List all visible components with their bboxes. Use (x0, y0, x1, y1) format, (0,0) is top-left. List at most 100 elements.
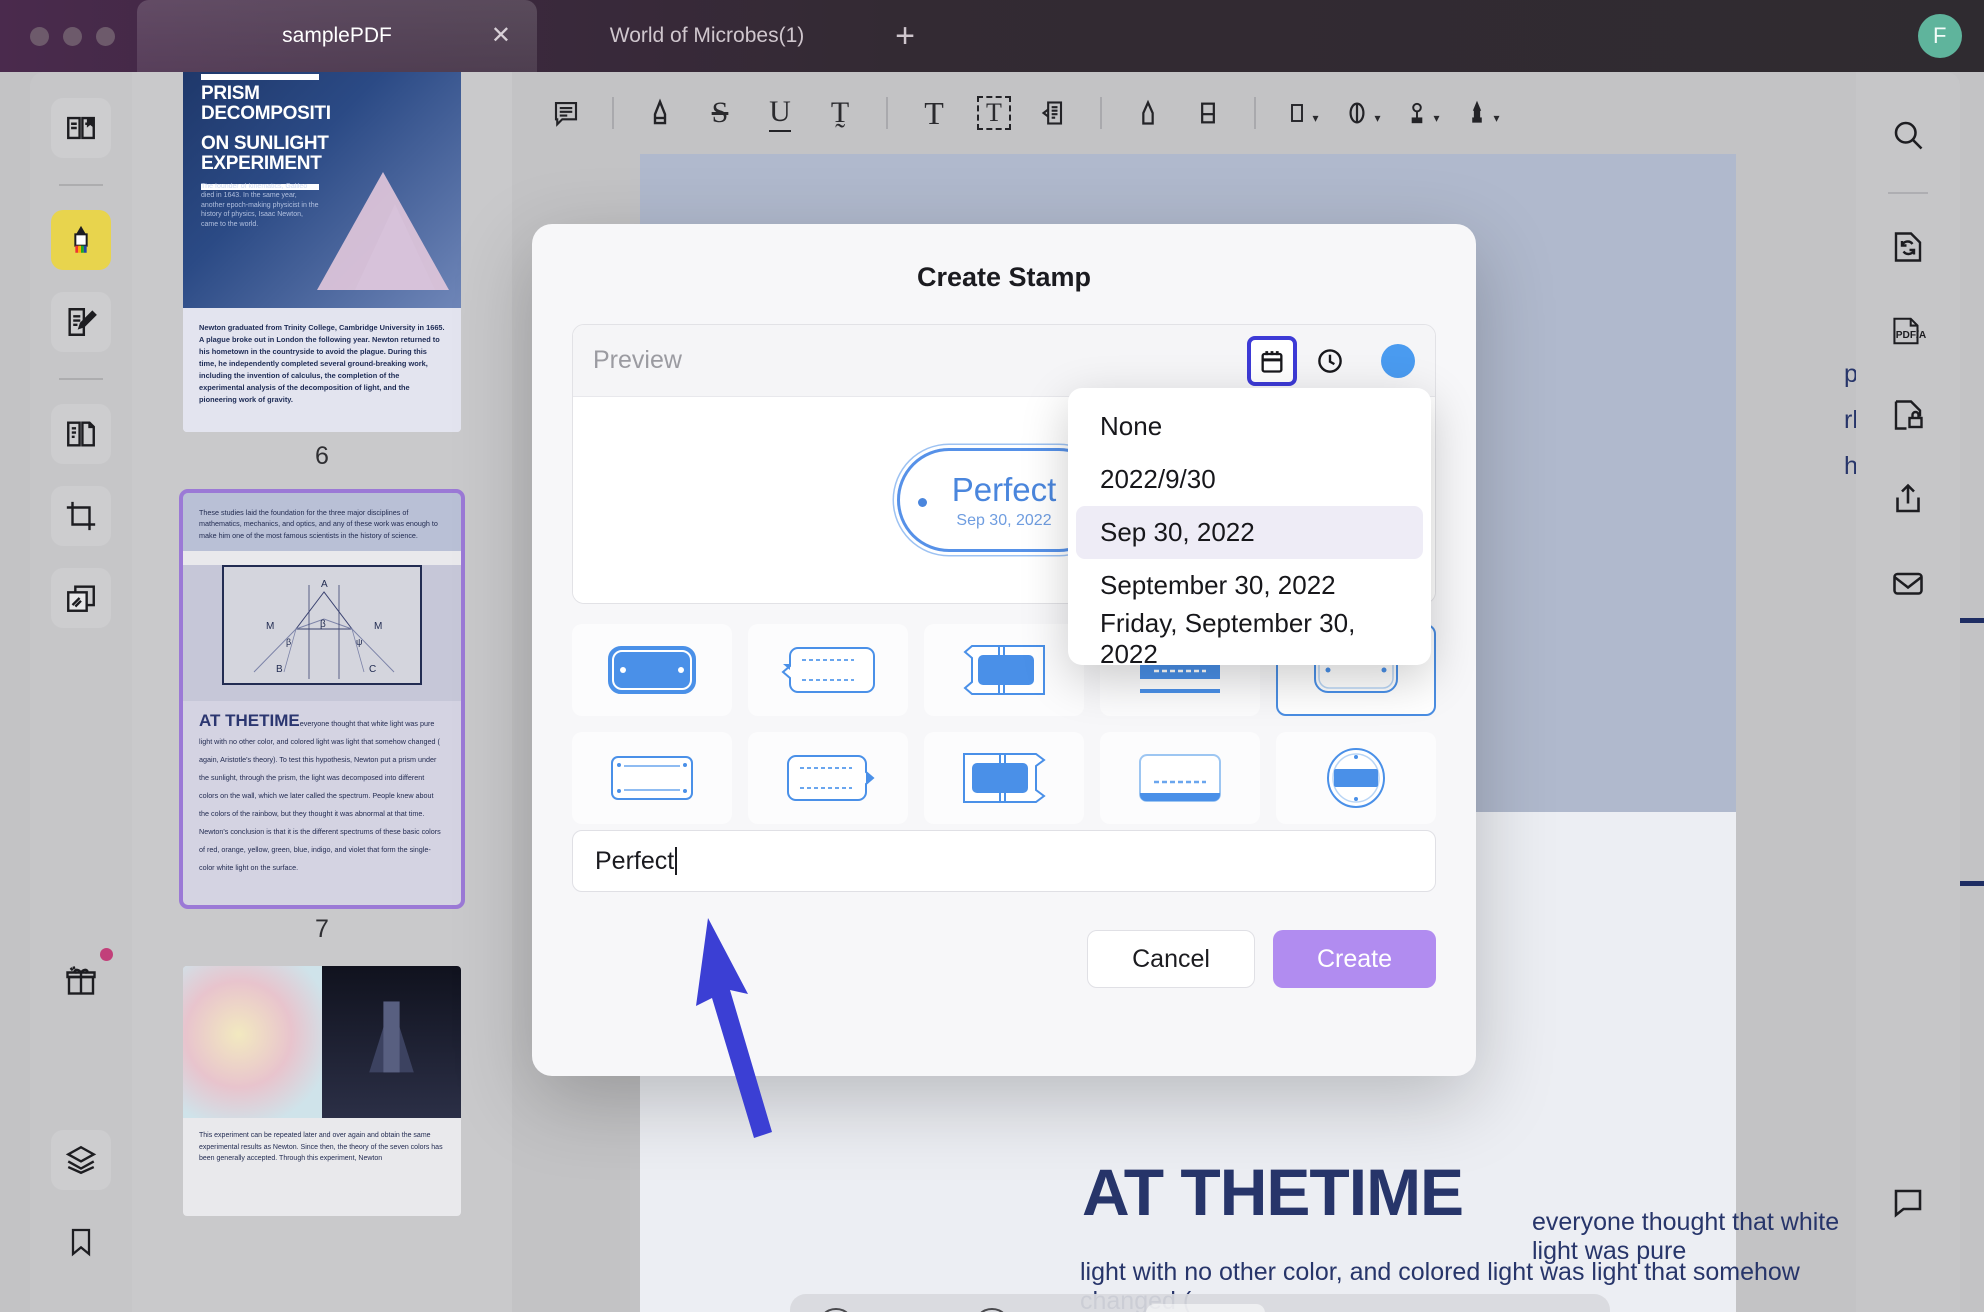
prism-silhouette (369, 1001, 414, 1073)
dropdown-option-full[interactable]: Friday, September 30, 2022 (1076, 608, 1423, 669)
create-button[interactable]: Create (1272, 930, 1436, 988)
stamp-name-input[interactable]: Perfect (572, 830, 1436, 892)
stamp-template-outline-corner-dots[interactable] (572, 732, 732, 824)
tab-label: samplePDF (282, 24, 392, 47)
sidebar-item-crop[interactable] (51, 486, 111, 546)
share-upload-icon (1896, 483, 1920, 513)
thumbnail-page-7[interactable]: These studies laid the foundation for th… (179, 488, 465, 910)
divider (1888, 192, 1928, 194)
stamp-template-outline-left-arrow-tag[interactable] (748, 624, 908, 716)
stamp-date: Sep 30, 2022 (956, 511, 1052, 529)
stamp-template-outline-right-arrow-tag[interactable] (748, 732, 908, 824)
strikethrough-tool[interactable]: S (692, 87, 748, 139)
sidebar-item-organize-pages[interactable] (51, 404, 111, 464)
text-icon: T (924, 94, 944, 131)
document-heading: AT THETIME (1082, 1155, 1464, 1229)
stamp-tool[interactable]: ▾ (1454, 87, 1510, 139)
clock-icon (1318, 348, 1342, 373)
thumbnail-item[interactable]: This experiment can be repeated later an… (132, 966, 512, 1217)
dropdown-option-short[interactable]: Sep 30, 2022 (1076, 506, 1423, 559)
highlight-tool[interactable] (632, 87, 688, 139)
thumbnail-item[interactable]: PRISM DECOMPOSITI ON SUNLIGHT EXPERIMENT… (132, 72, 512, 493)
sidebar-item-gifts[interactable] (51, 948, 113, 1010)
avatar[interactable]: F (1918, 14, 1962, 58)
svg-text:PDF/A: PDF/A (1896, 330, 1927, 341)
stamp-name-value: Perfect (595, 846, 675, 875)
close-toolbar-button[interactable]: ✕ (1395, 1303, 1443, 1312)
search-button[interactable] (1879, 104, 1937, 166)
decor-bar (201, 74, 319, 80)
svg-text:B: B (276, 664, 283, 675)
sidebar-item-highlighter[interactable] (51, 210, 111, 270)
signature-tool[interactable]: ▾ (1394, 87, 1450, 139)
stamp-template-outline-solid-footer[interactable] (1100, 732, 1260, 824)
text-box-tool[interactable]: T (966, 87, 1022, 139)
dropdown-option-none[interactable]: None (1076, 400, 1423, 453)
template-shape (781, 647, 875, 693)
eraser-tool[interactable] (1180, 87, 1236, 139)
chevron-down-icon: ▾ (1374, 111, 1381, 125)
maximize-window-button[interactable] (96, 26, 115, 46)
pencil-tool[interactable] (1120, 87, 1176, 139)
last-page-button[interactable] (1317, 1303, 1365, 1312)
page-indicator[interactable]: 7 / 10 (1146, 1304, 1265, 1312)
zoom-in-button[interactable]: + (968, 1303, 1016, 1312)
email-button[interactable] (1879, 552, 1937, 614)
underline-tool[interactable]: U (752, 87, 808, 139)
stamp-template-filled-bracket-banner[interactable] (924, 624, 1084, 716)
time-format-button[interactable] (1305, 336, 1355, 386)
shapes-tool[interactable]: ▾ (1274, 87, 1330, 139)
previous-page-button[interactable] (1096, 1303, 1144, 1312)
thumbnail-page-6[interactable]: PRISM DECOMPOSITI ON SUNLIGHT EXPERIMENT… (183, 72, 461, 432)
gift-icon (66, 966, 96, 995)
comment-icon (554, 101, 578, 127)
thumbnail-item[interactable]: These studies laid the foundation for th… (132, 488, 512, 967)
light-spectrum-image (183, 966, 322, 1119)
stamp-template-filled-ribbon-banner[interactable] (924, 732, 1084, 824)
date-format-dropdown[interactable]: None 2022/9/30 Sep 30, 2022 September 30… (1068, 388, 1431, 669)
template-shape (608, 646, 696, 694)
date-format-button[interactable] (1247, 335, 1297, 386)
cancel-button[interactable]: Cancel (1087, 930, 1255, 988)
book-bookmark-icon (67, 116, 95, 140)
window-controls[interactable] (30, 26, 115, 46)
title-bar: samplePDF ✕ World of Microbes(1) + F (0, 0, 1984, 72)
pdfa-button[interactable]: PDF/A (1879, 300, 1937, 362)
thumbnail-panel[interactable]: PRISM DECOMPOSITI ON SUNLIGHT EXPERIMENT… (132, 72, 512, 1312)
curve-pen-icon (1349, 102, 1366, 124)
first-page-button[interactable] (1046, 1303, 1094, 1312)
thumbnail-page-8[interactable]: This experiment can be repeated later an… (183, 966, 461, 1217)
convert-button[interactable] (1879, 216, 1937, 278)
close-window-button[interactable] (30, 26, 49, 46)
sidebar-item-bookmarks[interactable] (51, 1212, 111, 1272)
sidebar-item-reader-mode[interactable] (51, 98, 111, 158)
text-callout-tool[interactable] (1026, 87, 1082, 139)
squiggly-tool[interactable]: T̰ (812, 87, 868, 139)
zoom-out-button[interactable]: − (812, 1303, 860, 1312)
color-swatch-button[interactable] (1381, 343, 1415, 378)
rectangle-shape-icon (1291, 104, 1304, 122)
tab-samplepdf[interactable]: samplePDF ✕ (137, 0, 537, 72)
new-tab-button[interactable]: + (877, 8, 933, 64)
next-page-button[interactable] (1267, 1303, 1315, 1312)
minimize-window-button[interactable] (63, 26, 82, 46)
protect-button[interactable] (1879, 384, 1937, 446)
pen-curve-tool[interactable]: ▾ (1334, 87, 1390, 139)
text-tool[interactable]: T (906, 87, 962, 139)
comment-tool[interactable] (538, 87, 594, 139)
sidebar-item-compare[interactable] (51, 568, 111, 628)
crop-icon (66, 501, 96, 531)
sidebar-item-edit-annotate[interactable] (51, 292, 111, 352)
close-icon[interactable]: ✕ (491, 24, 511, 48)
stamp-template-oval-seal[interactable] (1276, 732, 1436, 824)
tab-world-of-microbes[interactable]: World of Microbes(1) (537, 0, 877, 72)
text-cursor (675, 847, 678, 875)
chat-button[interactable] (1879, 1172, 1937, 1234)
stamp-template-filled-rounded-plate[interactable] (572, 624, 732, 716)
dropdown-option-numeric[interactable]: 2022/9/30 (1076, 453, 1423, 506)
left-sidebar (30, 72, 132, 1312)
layers-icon (65, 1145, 97, 1175)
dropdown-option-long[interactable]: September 30, 2022 (1076, 559, 1423, 612)
sidebar-item-layers[interactable] (51, 1130, 111, 1190)
share-button[interactable] (1879, 468, 1937, 530)
